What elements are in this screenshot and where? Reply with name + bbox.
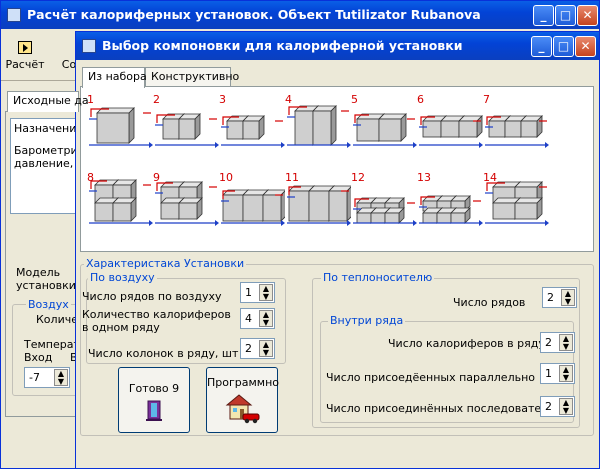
- characteristics-title: Характеристака Установки: [84, 257, 247, 270]
- barometric-label-2: давление,: [14, 157, 74, 170]
- ready-button[interactable]: Готово 9: [118, 367, 190, 433]
- heater-layout-icon: [287, 105, 351, 148]
- inlet-label: Вход: [24, 351, 53, 364]
- layout-option-4[interactable]: 4: [285, 93, 351, 153]
- parallel-spinner[interactable]: 1 ▲ ▼: [540, 363, 575, 384]
- by-air-title: По воздуху: [88, 271, 157, 284]
- heater-layout-icon: [485, 115, 549, 148]
- layout-number: 2: [153, 93, 160, 106]
- spin-arrows-icon[interactable]: ▲ ▼: [559, 334, 573, 351]
- layout-number: 13: [417, 171, 431, 184]
- spin-arrows-icon[interactable]: ▲ ▼: [559, 365, 573, 382]
- temperature-label: Температ: [24, 338, 80, 351]
- purpose-label: Назначение: [14, 122, 84, 135]
- layout-option-9[interactable]: 9: [153, 171, 219, 231]
- main-window-title: Расчёт калориферных установок. Объект Tu…: [27, 7, 481, 22]
- layout-number: 11: [285, 171, 299, 184]
- dialog-icon: [82, 39, 96, 53]
- air-rows-label: Число рядов по воздуху: [82, 290, 222, 303]
- heater-layout-icon: [155, 113, 219, 148]
- model-label-2: установки: [16, 279, 76, 292]
- layout-option-13[interactable]: 13: [417, 171, 483, 231]
- spin-arrows-icon[interactable]: ▲ ▼: [561, 289, 575, 306]
- tab-from-set[interactable]: Из набора: [82, 67, 147, 88]
- layout-option-14[interactable]: 14: [483, 171, 549, 231]
- tab-constructive[interactable]: Конструктивно: [145, 67, 239, 86]
- layout-number: 3: [219, 93, 226, 106]
- by-coolant-title: По теплоносителю: [321, 271, 435, 284]
- layout-number: 4: [285, 93, 292, 106]
- coolant-rows-label: Число рядов: [453, 296, 526, 309]
- layout-number: 8: [87, 171, 94, 184]
- layout-option-7[interactable]: 7: [483, 93, 549, 153]
- house-car-icon: [225, 394, 260, 424]
- layout-number: 7: [483, 93, 490, 106]
- spin-arrows-icon[interactable]: ▲ ▼: [54, 369, 68, 386]
- spin-arrows-icon[interactable]: ▲ ▼: [259, 340, 273, 357]
- main-titlebar: Расчёт калориферных установок. Объект Tu…: [1, 1, 599, 29]
- close-button[interactable]: ✕: [577, 5, 598, 26]
- heaters-per-row-label-1: Количество калориферов: [82, 308, 231, 321]
- heaters-per-row-spinner[interactable]: 4 ▲ ▼: [240, 308, 275, 329]
- app-icon: [7, 8, 21, 22]
- run-icon: [18, 41, 32, 54]
- calc-button-label: Расчёт: [5, 58, 45, 71]
- heater-layout-icon: [89, 107, 153, 148]
- spin-arrows-icon[interactable]: ▲ ▼: [259, 284, 273, 301]
- barometric-label-1: Барометри: [14, 144, 78, 157]
- dialog-close-button[interactable]: ✕: [575, 36, 596, 57]
- layout-option-8[interactable]: 8: [87, 171, 153, 231]
- layout-option-6[interactable]: 6: [417, 93, 483, 153]
- door-exit-icon: [146, 400, 162, 421]
- heater-layout-icon: [221, 115, 285, 148]
- inside-row-title: Внутри ряда: [328, 314, 406, 327]
- serial-label: Число присоединённых последовательно: [326, 402, 569, 415]
- model-label-1: Модель: [16, 266, 61, 279]
- tab-source-data[interactable]: Исходные да: [7, 91, 89, 112]
- air-rows-spinner[interactable]: 1 ▲ ▼: [240, 282, 275, 303]
- heaters-in-row-label: Число калориферов в ряду: [388, 337, 545, 350]
- spin-arrows-icon[interactable]: ▲ ▼: [259, 310, 273, 327]
- layout-number: 6: [417, 93, 424, 106]
- layout-option-5[interactable]: 5: [351, 93, 417, 153]
- dialog-maximize-button[interactable]: □: [553, 36, 574, 57]
- layout-number: 14: [483, 171, 497, 184]
- inlet-temperature-spinner[interactable]: -7 ▲ ▼: [24, 367, 70, 388]
- air-group-title: Воздух: [26, 298, 71, 311]
- layout-option-12[interactable]: 12: [351, 171, 417, 231]
- layout-number: 12: [351, 171, 365, 184]
- programmatic-button-label: Программно: [207, 376, 280, 389]
- layout-number: 9: [153, 171, 160, 184]
- parallel-label: Число присоедёенных параллельно: [326, 371, 535, 384]
- dialog-title: Выбор компоновки для калориферной устано…: [102, 38, 463, 53]
- heater-layout-icon: [419, 115, 483, 148]
- ready-button-label: Готово 9: [128, 382, 180, 395]
- heaters-per-row-label-2: в одном ряду: [82, 321, 160, 334]
- maximize-button[interactable]: □: [555, 5, 576, 26]
- serial-spinner[interactable]: 2 ▲ ▼: [540, 396, 575, 417]
- inlet-temperature-value: -7: [29, 371, 40, 384]
- coolant-rows-spinner[interactable]: 2 ▲ ▼: [542, 287, 577, 308]
- layout-option-1[interactable]: 1: [87, 93, 153, 153]
- layout-option-11[interactable]: 11: [285, 171, 351, 231]
- layout-number: 5: [351, 93, 358, 106]
- programmatic-button[interactable]: Программно: [206, 367, 280, 433]
- minimize-button[interactable]: _: [533, 5, 554, 26]
- layout-number: 10: [219, 171, 233, 184]
- layout-option-10[interactable]: 10: [219, 171, 285, 231]
- layout-dialog: Выбор компоновки для калориферной устано…: [75, 31, 600, 469]
- columns-spinner[interactable]: 2 ▲ ▼: [240, 338, 275, 359]
- layout-option-3[interactable]: 3: [219, 93, 285, 153]
- heater-layout-icon: [89, 179, 153, 226]
- spin-arrows-icon[interactable]: ▲ ▼: [559, 398, 573, 415]
- columns-label: Число колонок в ряду, шт: [88, 347, 239, 360]
- dialog-titlebar: Выбор компоновки для калориферной устано…: [76, 32, 599, 60]
- dialog-minimize-button[interactable]: _: [531, 36, 552, 57]
- heater-layout-icon: [155, 181, 219, 226]
- layouts-panel: 1 2 3 4 5 6 7 8 9 10 11 12 13 14: [80, 86, 594, 252]
- layout-option-2[interactable]: 2: [153, 93, 219, 153]
- calc-button[interactable]: Расчёт: [5, 39, 45, 75]
- heaters-in-row-spinner[interactable]: 2 ▲ ▼: [540, 332, 575, 353]
- heater-layout-icon: [353, 113, 417, 148]
